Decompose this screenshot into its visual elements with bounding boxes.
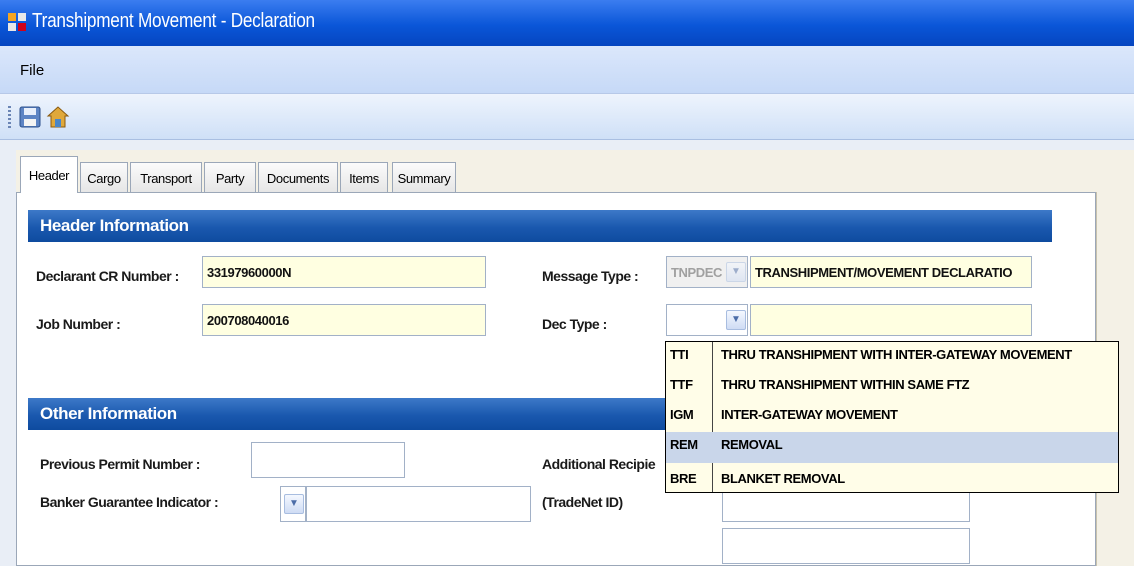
prev-permit-label: Previous Permit Number : [40,456,200,472]
toolbar-grip[interactable] [8,106,11,128]
tab-party[interactable]: Party [204,162,256,192]
tradenet-id-label: (TradeNet ID) [542,494,623,510]
option-code: TTI [670,347,689,362]
tab-header[interactable]: Header [20,156,78,193]
dropdown-option-bre[interactable]: BRE BLANKET REMOVAL [666,466,1118,491]
job-number-label: Job Number : [36,316,121,332]
option-desc: BLANKET REMOVAL [721,471,845,486]
message-type-label: Message Type : [542,268,639,284]
option-code: IGM [670,407,694,422]
banker-guarantee-label: Banker Guarantee Indicator : [40,494,219,510]
declarant-cr-label: Declarant CR Number : [36,268,179,284]
job-number-input[interactable]: 200708040016 [202,304,486,336]
message-type-desc: TRANSHIPMENT/MOVEMENT DECLARATIO [750,256,1032,288]
dropdown-option-igm[interactable]: IGM INTER-GATEWAY MOVEMENT [666,402,1118,427]
app-icon [8,13,26,31]
prev-permit-input[interactable] [251,442,405,478]
title-bar: Transhipment Movement - Declaration [0,0,1134,46]
tab-documents[interactable]: Documents [258,162,338,192]
tab-items[interactable]: Items [340,162,388,192]
home-icon[interactable] [46,105,70,129]
tab-summary[interactable]: Summary [392,162,456,192]
tab-transport[interactable]: Transport [130,162,202,192]
section-header-information: Header Information [28,210,1052,242]
dec-type-label: Dec Type : [542,316,607,332]
dropdown-option-ttf[interactable]: TTF THRU TRANSHIPMENT WITHIN SAME FTZ [666,372,1118,397]
tab-cargo[interactable]: Cargo [80,162,128,192]
declarant-cr-input[interactable]: 33197960000N [202,256,486,288]
banker-guarantee-desc [306,486,531,522]
menu-file[interactable]: File [20,62,44,79]
message-type-dropdown-icon: ▼ [726,262,746,282]
tradenet-id-input-2[interactable] [722,528,970,564]
option-code: REM [670,437,698,452]
option-desc: THRU TRANSHIPMENT WITH INTER-GATEWAY MOV… [721,347,1072,362]
dec-type-dropdown-list: TTI THRU TRANSHIPMENT WITH INTER-GATEWAY… [665,341,1119,493]
option-code: TTF [670,377,693,392]
option-code: BRE [670,471,697,486]
save-icon[interactable] [18,105,42,129]
dropdown-option-rem[interactable]: REM REMOVAL [666,432,1118,463]
option-desc: INTER-GATEWAY MOVEMENT [721,407,898,422]
dec-type-desc [750,304,1032,336]
option-desc: REMOVAL [721,437,783,452]
banker-guarantee-dropdown-icon[interactable]: ▼ [284,494,304,514]
window-title: Transhipment Movement - Declaration [32,10,315,32]
additional-recipient-label: Additional Recipie [542,456,656,472]
toolbar [0,94,1134,140]
menu-bar: File [0,46,1134,94]
option-desc: THRU TRANSHIPMENT WITHIN SAME FTZ [721,377,970,392]
dec-type-dropdown-icon[interactable]: ▼ [726,310,746,330]
dropdown-option-tti[interactable]: TTI THRU TRANSHIPMENT WITH INTER-GATEWAY… [666,342,1118,367]
